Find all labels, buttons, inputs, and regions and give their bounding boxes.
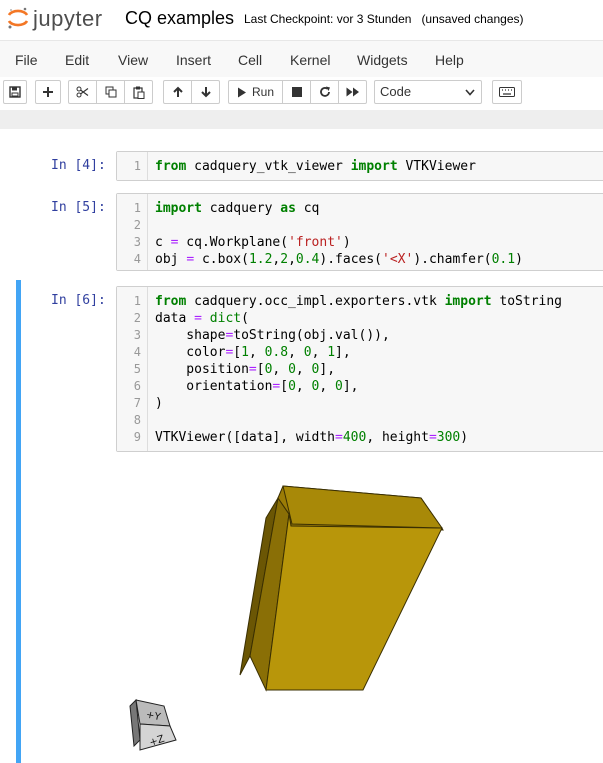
run-all-button[interactable] bbox=[338, 80, 367, 104]
notebook-name[interactable]: CQ examples bbox=[125, 8, 234, 29]
checkpoint-status: Last Checkpoint: vor 3 Stunden (unsaved c… bbox=[244, 12, 524, 26]
code-cell-2[interactable]: In [5]: 1 2 3 4 import cadquery as cq c … bbox=[0, 192, 603, 272]
orientation-axes-cube[interactable]: +Y +Z bbox=[129, 698, 177, 751]
line-number: 8 bbox=[133, 413, 141, 427]
code-line[interactable]: data = dict( bbox=[155, 311, 249, 326]
jupyter-logo-icon[interactable] bbox=[6, 6, 30, 30]
line-number: 2 bbox=[133, 218, 141, 232]
menu-bar: File Edit View Insert Cell Kernel Widget… bbox=[0, 40, 603, 78]
cell-input[interactable]: 1 2 3 4 import cadquery as cq c = cq.Wor… bbox=[116, 193, 603, 271]
cell-input[interactable]: 1 from cadquery_vtk_viewer import VTKVie… bbox=[116, 151, 603, 181]
cell-type-select[interactable]: Code bbox=[374, 80, 482, 104]
menu-file[interactable]: File bbox=[15, 52, 38, 68]
logo-text[interactable]: jupyter bbox=[33, 6, 103, 32]
checkpoint-text: Last Checkpoint: vor 3 Stunden bbox=[244, 12, 412, 26]
run-label: Run bbox=[251, 85, 274, 99]
cell-input[interactable]: 1 2 3 4 5 6 7 8 9 from cadquery.occ_impl… bbox=[116, 286, 603, 452]
copy-icon bbox=[105, 86, 116, 98]
menu-view[interactable]: View bbox=[118, 52, 148, 68]
menu-kernel[interactable]: Kernel bbox=[290, 52, 330, 68]
move-down-button[interactable] bbox=[191, 80, 220, 104]
insert-cell-button[interactable] bbox=[35, 80, 61, 104]
code-line[interactable]: import cadquery as cq bbox=[155, 201, 319, 216]
keyboard-icon bbox=[499, 87, 515, 97]
code-line[interactable]: shape=toString(obj.val()), bbox=[155, 328, 390, 343]
line-number: 5 bbox=[133, 362, 141, 376]
line-number: 2 bbox=[133, 311, 141, 325]
move-up-button[interactable] bbox=[163, 80, 192, 104]
arrow-up-icon bbox=[172, 86, 183, 97]
chamfered-box[interactable] bbox=[239, 485, 444, 692]
header: jupyter CQ examples Last Checkpoint: vor… bbox=[0, 0, 603, 40]
chevron-down-icon bbox=[465, 89, 475, 96]
menu-widgets[interactable]: Widgets bbox=[357, 52, 408, 68]
restart-button[interactable] bbox=[310, 80, 339, 104]
save-icon bbox=[9, 86, 21, 98]
line-number: 6 bbox=[133, 379, 141, 393]
menu-insert[interactable]: Insert bbox=[176, 52, 211, 68]
line-number: 7 bbox=[133, 396, 141, 410]
line-number: 4 bbox=[133, 345, 141, 359]
cell-prompt: In [6]: bbox=[51, 293, 106, 308]
code-line[interactable]: orientation=[0, 0, 0], bbox=[155, 379, 358, 394]
menu-help[interactable]: Help bbox=[435, 52, 464, 68]
stop-icon bbox=[291, 87, 302, 97]
unsaved-indicator: (unsaved changes) bbox=[421, 12, 524, 26]
run-button[interactable]: Run bbox=[228, 80, 283, 104]
line-number: 3 bbox=[133, 328, 141, 342]
arrow-down-icon bbox=[200, 87, 211, 98]
copy-button[interactable] bbox=[96, 80, 125, 104]
header-shadow-band bbox=[0, 110, 603, 129]
cell-prompt: In [5]: bbox=[51, 200, 106, 215]
move-group bbox=[163, 80, 220, 104]
command-palette-button[interactable] bbox=[492, 80, 522, 104]
code-line[interactable]: from cadquery_vtk_viewer import VTKViewe… bbox=[155, 159, 476, 174]
line-number: 3 bbox=[133, 235, 141, 249]
line-number: 9 bbox=[133, 430, 141, 444]
line-number: 1 bbox=[133, 201, 141, 215]
line-number: 1 bbox=[133, 294, 141, 308]
menu-cell[interactable]: Cell bbox=[238, 52, 262, 68]
save-button[interactable] bbox=[3, 80, 27, 104]
code-line[interactable]: c = cq.Workplane('front') bbox=[155, 235, 351, 250]
vtk-viewer-canvas[interactable]: +Y +Z bbox=[116, 470, 516, 763]
line-number-gutter: 1 bbox=[117, 152, 148, 180]
paste-button[interactable] bbox=[124, 80, 153, 104]
menu-edit[interactable]: Edit bbox=[65, 52, 89, 68]
clipboard-group bbox=[68, 80, 153, 104]
cut-button[interactable] bbox=[68, 80, 97, 104]
interrupt-button[interactable] bbox=[282, 80, 311, 104]
line-number: 4 bbox=[133, 252, 141, 266]
line-number-gutter: 1 2 3 4 5 6 7 8 9 bbox=[117, 287, 148, 451]
code-cell-1[interactable]: In [4]: 1 from cadquery_vtk_viewer impor… bbox=[0, 150, 603, 182]
code-line[interactable]: color=[1, 0.8, 0, 1], bbox=[155, 345, 350, 360]
restart-icon bbox=[319, 86, 330, 97]
toolbar: Run bbox=[0, 77, 603, 109]
cell-type-value: Code bbox=[380, 84, 412, 99]
line-number-gutter: 1 2 3 4 bbox=[117, 194, 148, 270]
code-line[interactable]: VTKViewer([data], width=400, height=300) bbox=[155, 430, 468, 445]
cut-icon bbox=[76, 86, 89, 98]
box-front-face bbox=[265, 513, 443, 691]
line-number: 1 bbox=[133, 159, 141, 173]
plus-icon bbox=[43, 87, 53, 97]
code-line[interactable]: position=[0, 0, 0], bbox=[155, 362, 335, 377]
cell-prompt: In [4]: bbox=[51, 158, 106, 173]
code-line[interactable]: ) bbox=[155, 396, 163, 411]
box-top-strip bbox=[282, 485, 443, 529]
code-line[interactable]: obj = c.box(1.2,2,0.4).faces('<X').chamf… bbox=[155, 252, 523, 267]
play-icon bbox=[237, 87, 246, 97]
code-cell-3[interactable]: In [6]: 1 2 3 4 5 6 7 8 9 from cadquery.… bbox=[0, 285, 603, 453]
run-group: Run bbox=[228, 80, 367, 104]
code-line[interactable]: from cadquery.occ_impl.exporters.vtk imp… bbox=[155, 294, 562, 309]
fast-forward-icon bbox=[346, 87, 359, 97]
paste-icon bbox=[132, 86, 144, 99]
